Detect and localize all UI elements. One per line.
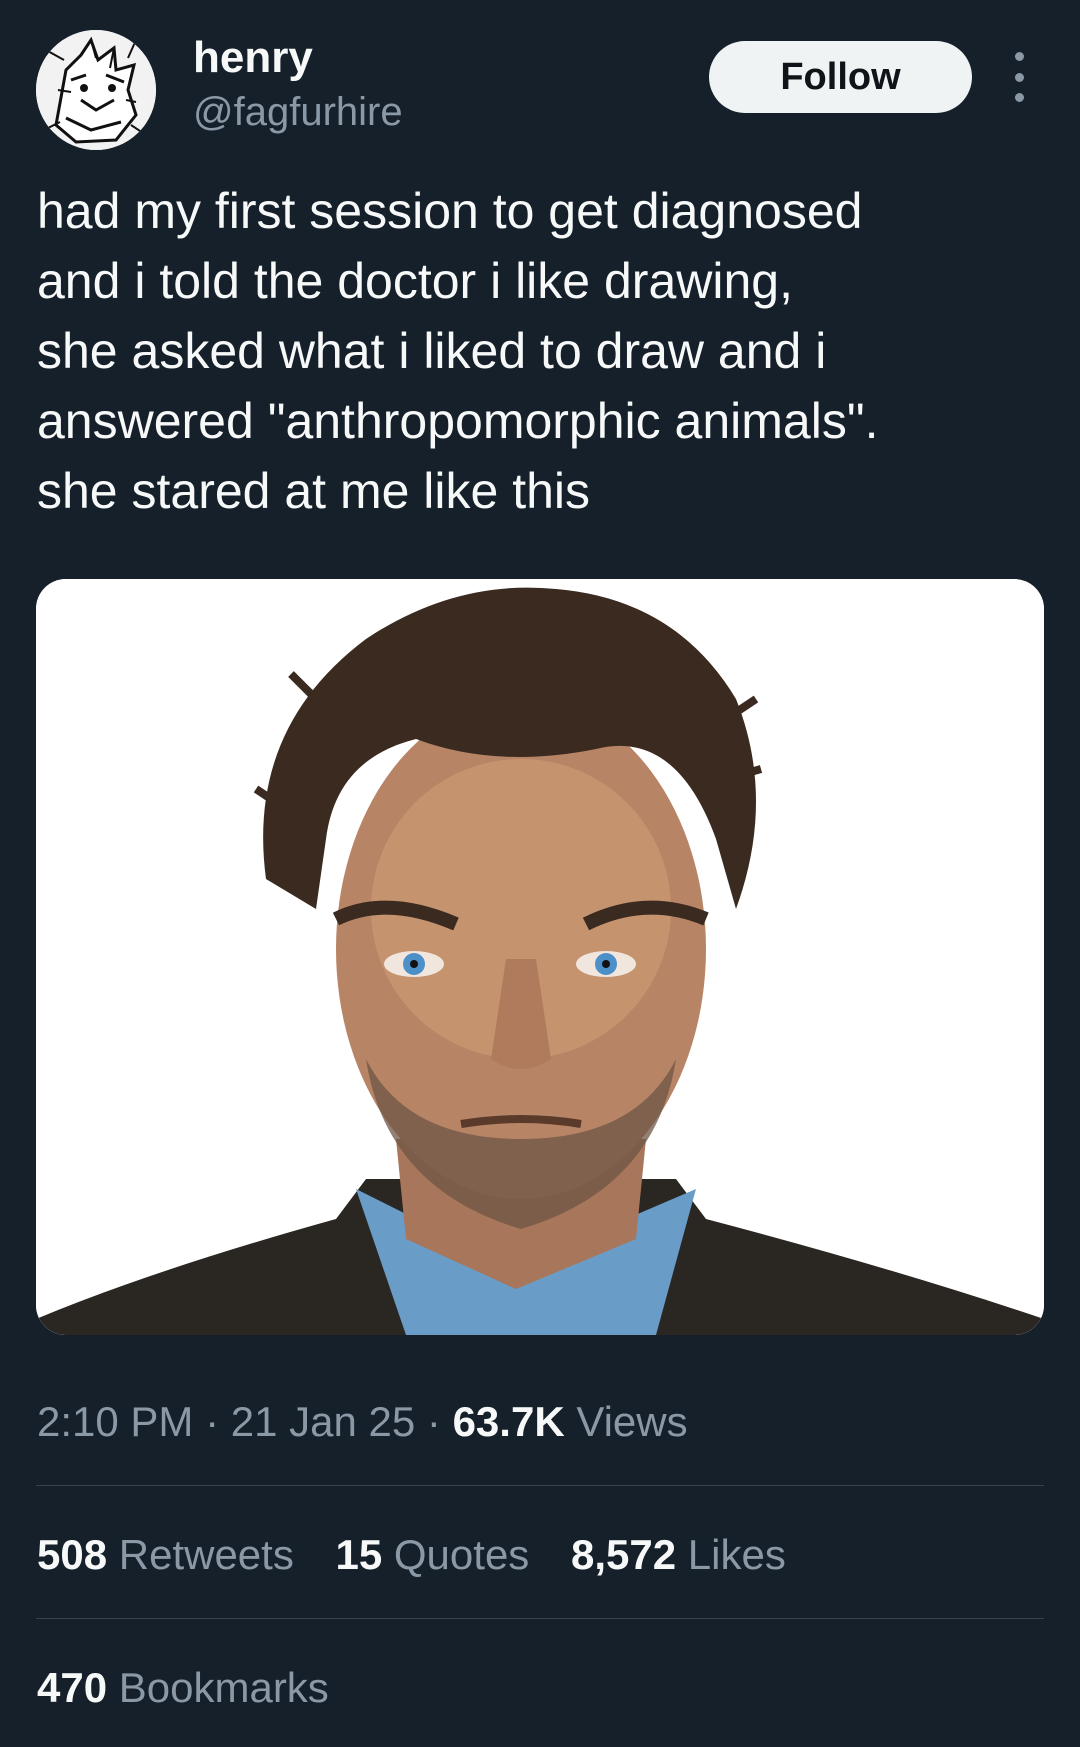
portrait-image [36, 579, 1044, 1335]
avatar[interactable] [36, 30, 156, 150]
tweet-detail: henry @fagfurhire Follow had my first se… [0, 0, 1080, 1747]
handle[interactable]: @fagfurhire [193, 88, 403, 136]
bookmarks-stat[interactable]: 470 Bookmarks [37, 1663, 359, 1713]
tweet-text: had my first session to get diagnosed an… [37, 183, 879, 519]
dot [1014, 93, 1024, 102]
tweet-time[interactable]: 2:10 PM [37, 1398, 193, 1445]
tweet-media[interactable] [36, 579, 1044, 1335]
dot [1014, 72, 1024, 82]
retweets-count: 508 [37, 1531, 108, 1578]
views-label: Views [576, 1398, 688, 1445]
likes-label: Likes [687, 1531, 786, 1578]
retweets-label: Retweets [118, 1531, 294, 1578]
likes-count: 8,572 [570, 1531, 677, 1578]
tweet-meta: 2:10 PM · 21 Jan 25 · 63.7K Views [37, 1397, 688, 1447]
quotes-count: 15 [335, 1531, 383, 1578]
dot [1014, 52, 1024, 61]
quotes-stat[interactable]: 15 Quotes [336, 1530, 530, 1580]
bookmarks-label: Bookmarks [118, 1664, 329, 1711]
divider [36, 1618, 1044, 1619]
avatar-image [36, 30, 156, 150]
quotes-label: Quotes [393, 1531, 530, 1578]
separator: · [415, 1398, 453, 1445]
display-name[interactable]: henry [193, 32, 313, 84]
more-vertical-icon[interactable] [1002, 52, 1036, 102]
divider [36, 1485, 1044, 1486]
views-count: 63.7K [452, 1398, 565, 1445]
retweets-stat[interactable]: 508 Retweets [37, 1530, 294, 1580]
bookmarks-count: 470 [37, 1664, 108, 1711]
engagement-stats: 508 Retweets 15 Quotes 8,572 Likes [37, 1530, 816, 1580]
follow-button[interactable]: Follow [709, 41, 972, 113]
likes-stat[interactable]: 8,572 Likes [571, 1530, 786, 1580]
tweet-date[interactable]: 21 Jan 25 [231, 1398, 416, 1445]
separator: · [193, 1398, 231, 1445]
